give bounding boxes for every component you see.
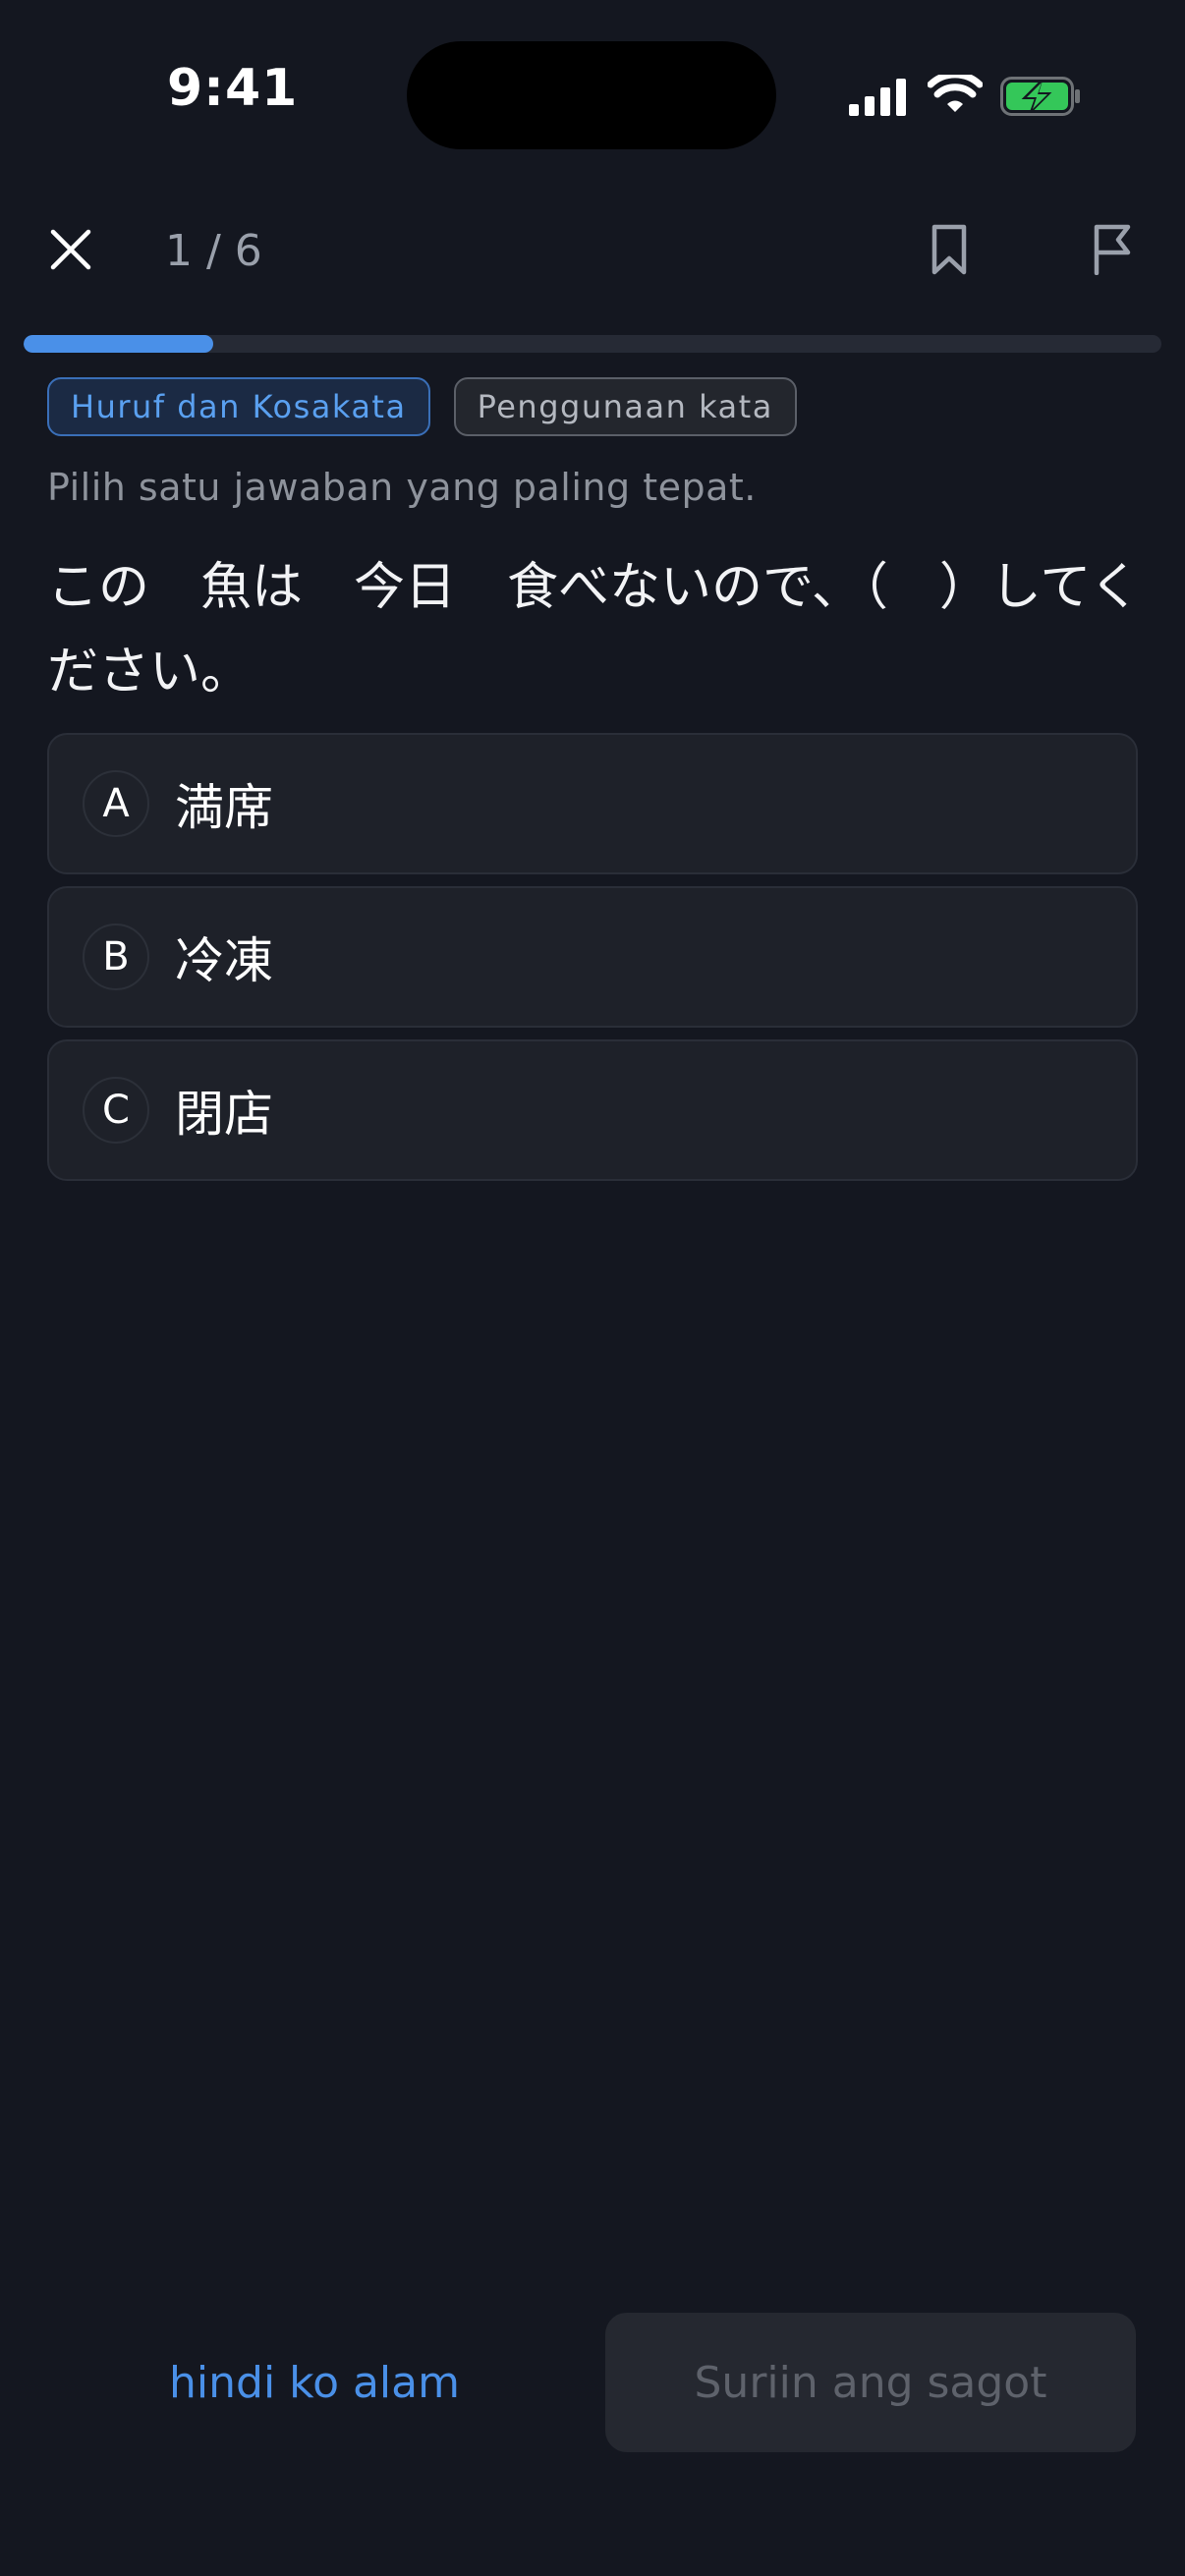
close-icon: [50, 229, 91, 270]
answer-option-a[interactable]: A 満席: [47, 733, 1138, 874]
option-text: 冷凍: [175, 932, 273, 989]
bookmark-button[interactable]: [924, 220, 975, 279]
report-flag-button[interactable]: [1087, 220, 1138, 279]
question-text: この 魚は 今日 食べないので、（ ）してください。: [47, 558, 1141, 701]
question-counter: 1 / 6: [165, 226, 262, 276]
option-letter-badge: A: [83, 770, 149, 837]
flag-icon: [1094, 224, 1131, 275]
option-text: 閉店: [175, 1086, 273, 1143]
battery-charging-icon: [1000, 77, 1080, 116]
answer-options: A 満席 B 冷凍 C 閉店: [47, 733, 1138, 1193]
bookmark-icon: [931, 224, 967, 275]
wifi-icon: [928, 75, 983, 112]
close-button[interactable]: [43, 222, 98, 277]
option-letter-badge: B: [83, 924, 149, 990]
dynamic-island: [407, 41, 776, 149]
category-tags: Huruf dan Kosakata Penggunaan kata: [47, 377, 797, 436]
status-time: 9:41: [167, 59, 299, 118]
option-letter-badge: C: [83, 1077, 149, 1144]
dont-know-button[interactable]: hindi ko alam: [59, 2313, 570, 2452]
option-text: 満席: [175, 779, 273, 836]
check-answer-button[interactable]: Suriin ang sagot: [605, 2313, 1136, 2452]
tag-subcategory: Penggunaan kata: [453, 377, 797, 436]
progress-bar-fill: [24, 335, 214, 353]
cellular-signal-icon: [849, 79, 906, 116]
quiz-screen: 9:41 1 / 6 Huruf dan Kosakata Penggunaan…: [0, 0, 1185, 2576]
tag-category: Huruf dan Kosakata: [47, 377, 430, 436]
answer-option-b[interactable]: B 冷凍: [47, 886, 1138, 1028]
question-instruction: Pilih satu jawaban yang paling tepat.: [47, 466, 757, 509]
answer-option-c[interactable]: C 閉店: [47, 1039, 1138, 1181]
progress-bar: [24, 335, 1161, 353]
